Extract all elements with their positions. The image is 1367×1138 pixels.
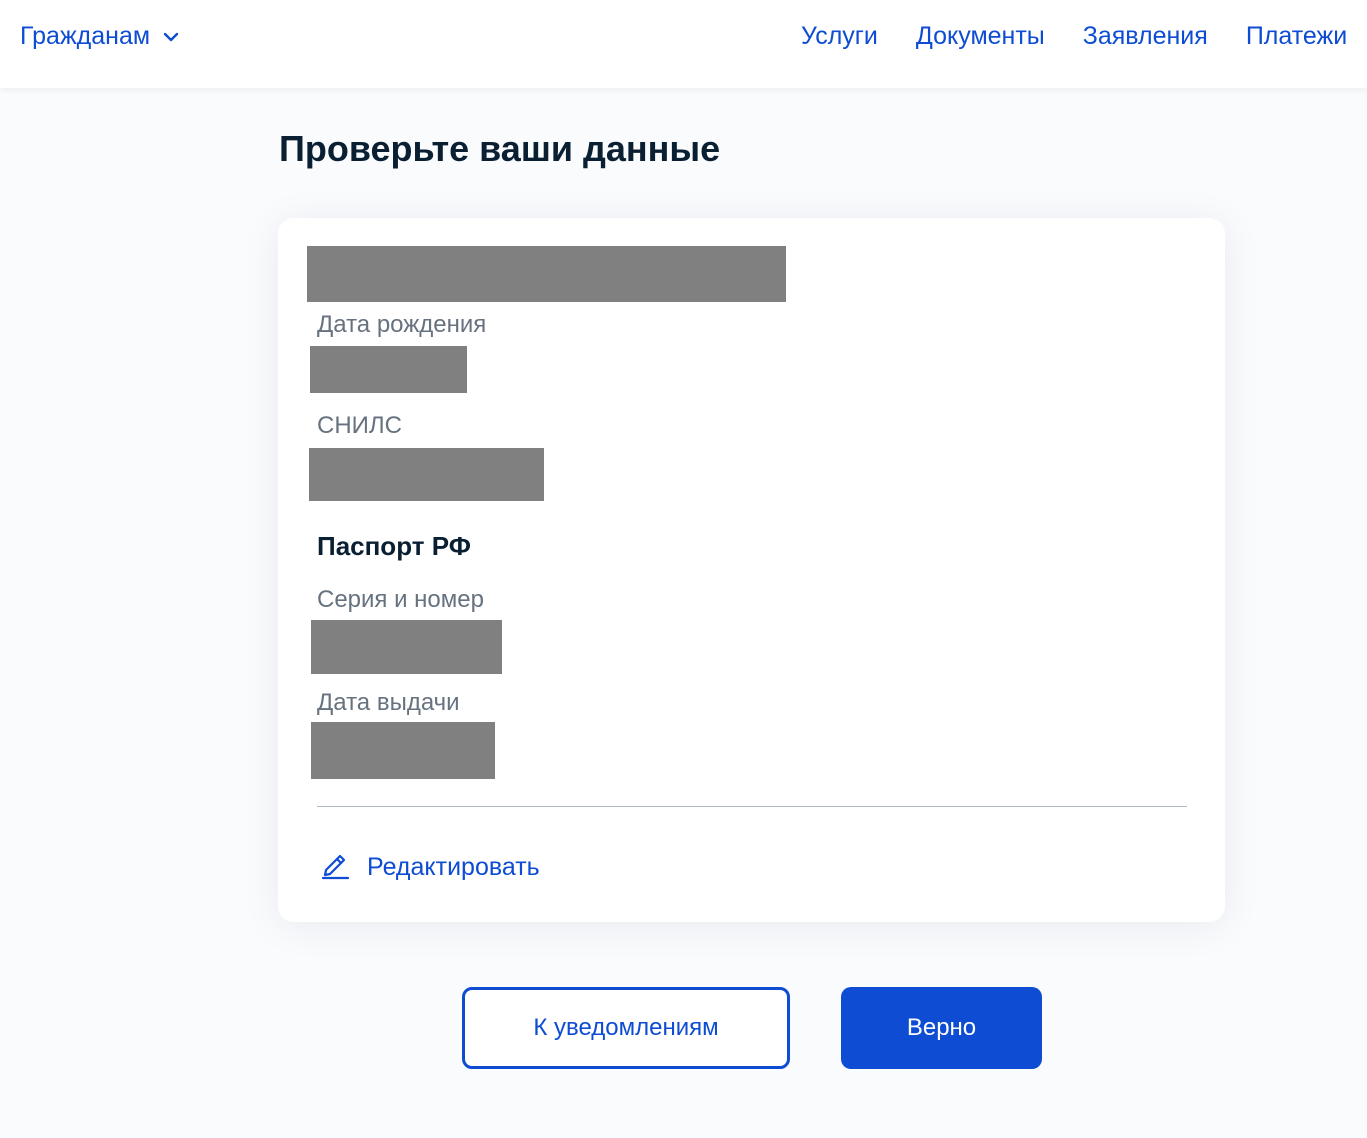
edit-button[interactable]: Редактировать xyxy=(319,848,540,887)
nav-item-services[interactable]: Услуги xyxy=(801,22,878,51)
redacted-birth-date xyxy=(310,346,467,393)
nav-item-applications[interactable]: Заявления xyxy=(1083,22,1208,51)
audience-label: Гражданам xyxy=(20,22,151,50)
nav-item-documents[interactable]: Документы xyxy=(916,22,1045,51)
redacted-passport-series-number xyxy=(311,620,502,674)
redacted-passport-issue-date xyxy=(311,722,495,779)
page-title: Проверьте ваши данные xyxy=(279,128,721,169)
birth-date-label: Дата рождения xyxy=(317,311,487,338)
back-to-notifications-button[interactable]: К уведомлениям xyxy=(462,987,790,1069)
passport-issue-date-label: Дата выдачи xyxy=(317,689,460,716)
audience-selector[interactable]: Гражданам xyxy=(20,22,182,51)
confirm-button[interactable]: Верно xyxy=(841,987,1042,1069)
passport-section-title: Паспорт РФ xyxy=(317,531,471,561)
redacted-snils xyxy=(309,448,544,501)
passport-series-number-label: Серия и номер xyxy=(317,586,484,613)
chevron-down-icon xyxy=(160,26,182,48)
top-navigation-bar: Гражданам Услуги Документы Заявления Пла… xyxy=(0,0,1367,88)
divider xyxy=(317,806,1187,807)
snils-label: СНИЛС xyxy=(317,412,402,439)
personal-data-card: Дата рождения СНИЛС Паспорт РФ Серия и н… xyxy=(278,218,1225,922)
nav-item-payments[interactable]: Платежи xyxy=(1246,22,1347,51)
main-nav: Услуги Документы Заявления Платежи xyxy=(801,22,1347,51)
pencil-icon xyxy=(319,848,351,887)
edit-label: Редактировать xyxy=(367,853,540,881)
redacted-full-name xyxy=(307,246,786,302)
